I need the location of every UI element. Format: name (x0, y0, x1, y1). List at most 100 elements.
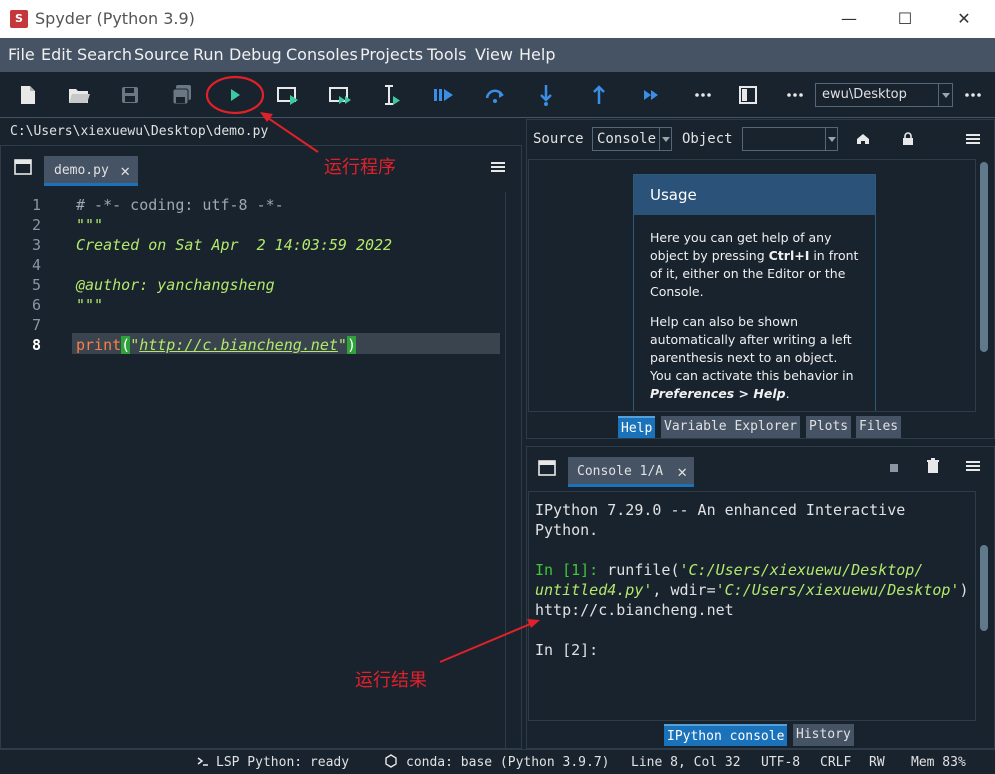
menu-edit[interactable]: Edit (41, 45, 72, 64)
minimize-button[interactable]: — (826, 5, 872, 33)
code-line: # -*- coding: utf-8 -*- (76, 196, 284, 214)
debug-icon[interactable] (428, 80, 458, 110)
source-value: Console (597, 131, 657, 147)
chevron-down-icon[interactable] (659, 128, 671, 150)
line-number: 7 (31, 316, 41, 334)
file-path-bar: C:\Users\xiexuewu\Desktop\demo.py (0, 119, 522, 143)
tab-demo-py[interactable]: demo.py ✕ (44, 156, 138, 186)
menu-source[interactable]: Source (134, 45, 189, 64)
help-header: Source Console Object (527, 120, 994, 158)
run-cell-advance-icon[interactable] (325, 80, 355, 110)
menu-debug[interactable]: Debug (229, 45, 282, 64)
working-directory-combo[interactable]: ewu\Desktop (815, 83, 953, 107)
help-scrollbar[interactable] (977, 160, 991, 412)
editor-options-menu-icon[interactable] (489, 158, 507, 176)
help-options-menu-icon[interactable] (964, 130, 982, 148)
menu-projects[interactable]: Projects (360, 45, 423, 64)
line-number-gutter: 1 2 3 4 5 6 7 8 (9, 192, 72, 748)
main-toolbar: ewu\Desktop (0, 72, 995, 118)
tab-files[interactable]: Files (856, 416, 902, 438)
editor-pane: demo.py ✕ 1 2 3 4 5 6 7 8 # -*- coding: … (0, 145, 522, 749)
menu-view[interactable]: View (475, 45, 513, 64)
scrollbar-thumb[interactable] (980, 545, 988, 631)
matched-paren: ( (121, 336, 131, 354)
console-input-line: In [1]: runfile('C:/Users/xiexuewu/Deskt… (535, 561, 924, 579)
close-tab-icon[interactable]: ✕ (677, 462, 687, 481)
status-bar: LSP Python: ready conda: base (Python 3.… (0, 749, 995, 774)
line-number: 6 (31, 296, 41, 314)
tab-history[interactable]: History (793, 724, 854, 746)
editor-tab-bar: demo.py ✕ (1, 146, 521, 188)
scrollbar-thumb[interactable] (980, 162, 988, 352)
tab-console-1a[interactable]: Console 1/A ✕ (568, 457, 694, 487)
stop-icon[interactable] (887, 460, 901, 474)
working-directory-value: ewu\Desktop (822, 87, 907, 102)
close-button[interactable]: ✕ (941, 5, 987, 33)
tab-help[interactable]: Help (618, 416, 656, 438)
browse-tabs-icon[interactable] (13, 158, 33, 176)
source-combo[interactable]: Console (592, 127, 672, 151)
tab-label: Console 1/A (577, 464, 664, 479)
browse-tabs-icon[interactable] (537, 459, 557, 477)
continue-icon[interactable] (636, 80, 666, 110)
maximize-button[interactable]: ☐ (882, 5, 928, 33)
line-number: 2 (31, 216, 41, 234)
tab-plots[interactable]: Plots (806, 416, 852, 438)
conda-status: conda: base (Python 3.9.7) (406, 755, 610, 770)
help-pane-tabs: Help Variable Explorer Plots Files (618, 416, 908, 438)
code-line: """ (76, 216, 104, 234)
chevron-down-icon[interactable] (938, 84, 952, 106)
more-debug-icon[interactable] (688, 80, 718, 110)
object-label: Object (682, 131, 733, 147)
working-dir-options-icon[interactable] (958, 80, 988, 110)
code-line: """ (76, 296, 104, 314)
console-output-line: http://c.biancheng.net (535, 601, 734, 619)
menu-consoles[interactable]: Consoles (286, 45, 358, 64)
step-return-icon[interactable] (584, 80, 614, 110)
usage-body: Here you can get help of any object by p… (634, 215, 875, 403)
chevron-down-icon[interactable] (825, 128, 837, 150)
line-number: 4 (31, 256, 41, 274)
read-write-status: RW (869, 755, 885, 770)
menu-run[interactable]: Run (193, 45, 224, 64)
save-icon[interactable] (115, 80, 145, 110)
close-tab-icon[interactable]: ✕ (120, 161, 130, 180)
open-folder-icon[interactable] (64, 80, 94, 110)
lsp-status: LSP Python: ready (216, 755, 350, 770)
url-string[interactable]: http://c.biancheng.net (139, 336, 338, 354)
maximize-pane-icon[interactable] (733, 80, 763, 110)
save-all-icon[interactable] (167, 80, 197, 110)
step-into-icon[interactable] (531, 80, 561, 110)
run-file-icon[interactable] (220, 80, 250, 110)
trash-icon[interactable] (924, 457, 942, 475)
more-options-icon[interactable] (780, 80, 810, 110)
object-combo[interactable] (742, 127, 838, 151)
tab-label: demo.py (54, 163, 109, 178)
ipython-console-output[interactable]: IPython 7.29.0 -- An enhanced Interactiv… (528, 491, 976, 721)
menu-search[interactable]: Search (77, 45, 132, 64)
line-number: 1 (31, 196, 41, 214)
usage-title: Usage (634, 175, 875, 215)
spyder-logo-icon: S (10, 10, 28, 28)
run-selection-icon[interactable] (377, 80, 407, 110)
console-scrollbar[interactable] (977, 493, 991, 721)
console-banner: IPython 7.29.0 -- An enhanced Interactiv… (535, 501, 906, 519)
new-file-icon[interactable] (12, 80, 42, 110)
usage-box: Usage Here you can get help of any objec… (633, 174, 876, 411)
editor-scrollbar[interactable] (505, 192, 517, 748)
run-program-annotation: 运行程序 (324, 157, 396, 178)
console-options-menu-icon[interactable] (964, 457, 982, 475)
run-cell-icon[interactable] (273, 80, 303, 110)
conda-icon (384, 754, 398, 768)
home-icon[interactable] (854, 130, 872, 148)
source-label: Source (533, 131, 584, 147)
menu-tools[interactable]: Tools (427, 45, 466, 64)
tab-variable-explorer[interactable]: Variable Explorer (661, 416, 801, 438)
lock-icon[interactable] (899, 130, 917, 148)
tab-ipython-console[interactable]: IPython console (664, 724, 788, 746)
step-over-icon[interactable] (480, 80, 510, 110)
code-editor[interactable]: # -*- coding: utf-8 -*- """ Created on S… (72, 192, 502, 748)
string-quote: " (130, 336, 140, 354)
menu-help[interactable]: Help (519, 45, 555, 64)
menu-file[interactable]: File (8, 45, 35, 64)
